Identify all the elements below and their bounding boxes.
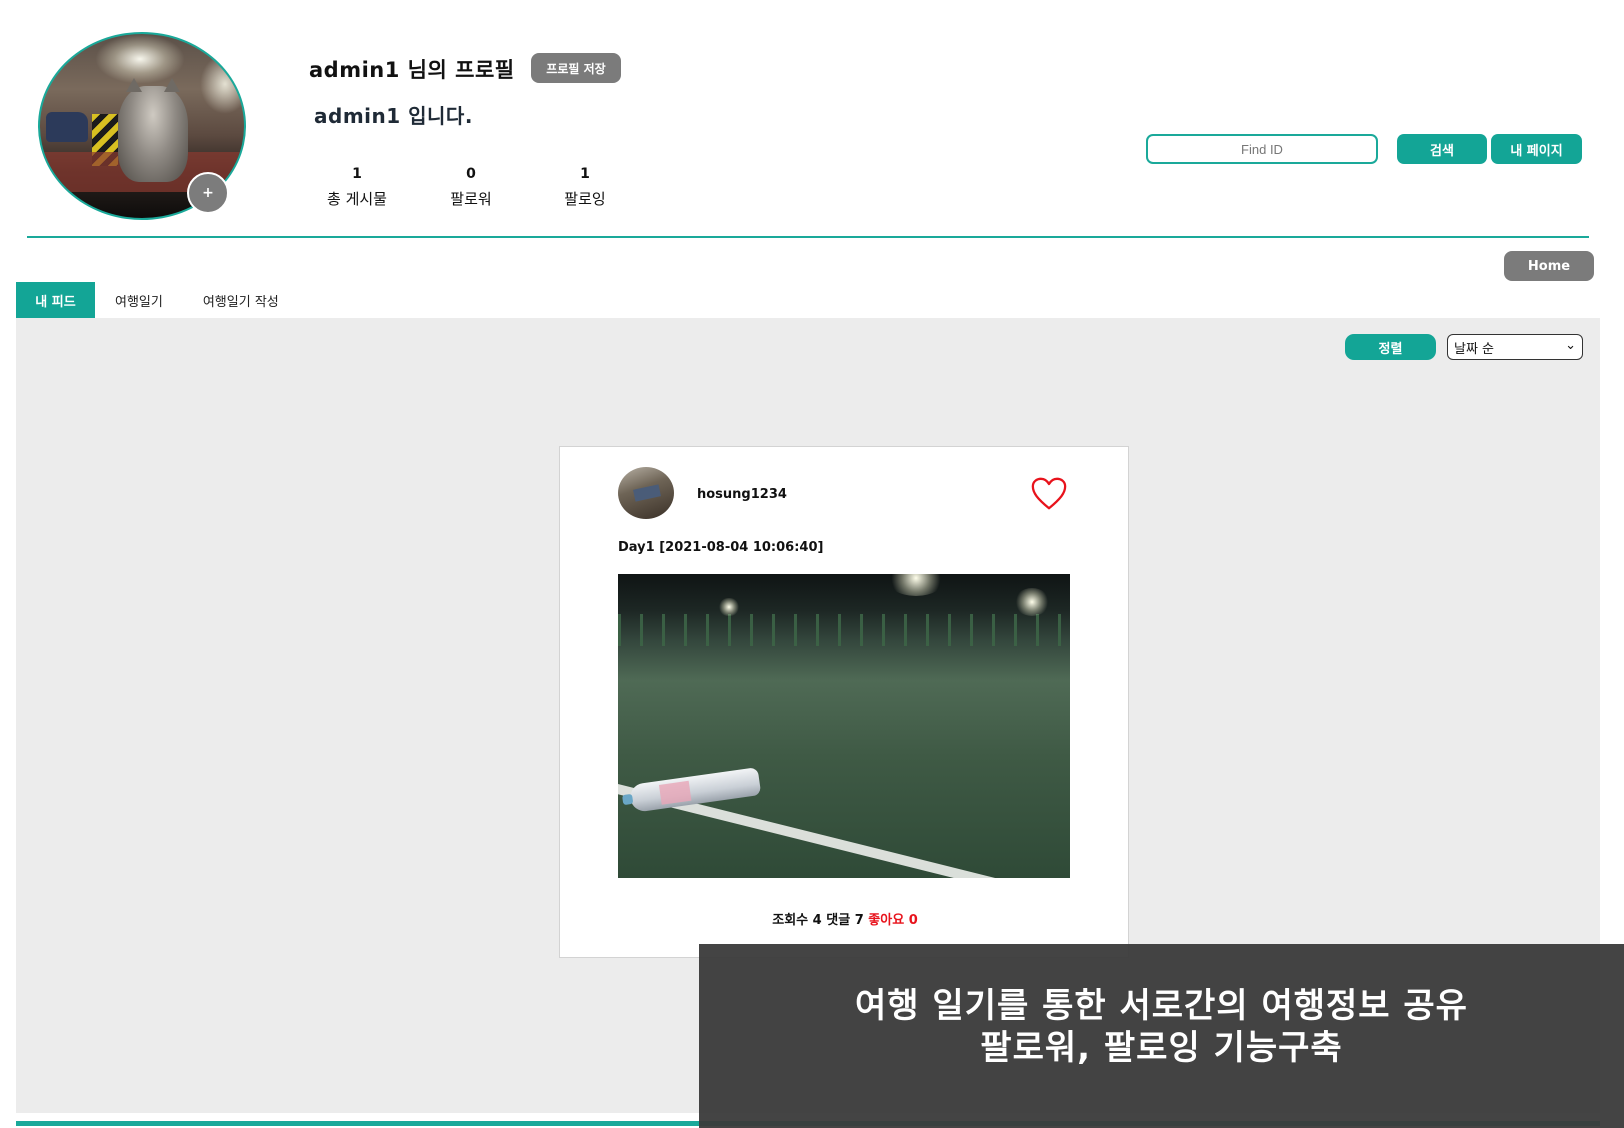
caption-banner: 여행 일기를 통한 서로간의 여행정보 공유 팔로워, 팔로잉 기능구축 [699,944,1624,1128]
views-count: 4 [812,913,822,928]
comments-count: 7 [854,913,864,928]
avatar-photo-car [46,112,88,142]
stat-following[interactable]: 1 팔로잉 [528,166,642,209]
sort-button[interactable]: 정렬 [1345,334,1436,360]
post-card[interactable]: hosung1234 Day1 [2021-08-04 10:06:40] 조회… [559,446,1129,958]
profile-username: admin1 [309,58,400,82]
search-button[interactable]: 검색 [1397,134,1487,164]
tab-my-feed[interactable]: 내 피드 [16,282,95,318]
sort-selected-value: 날짜 순 [1454,341,1495,357]
stat-posts[interactable]: 1 총 게시물 [300,166,414,209]
photo-floodlight [1014,588,1050,616]
comments-label[interactable]: 댓글 [826,913,850,928]
stat-followers-count: 0 [466,166,476,182]
feed-tabs: 내 피드 여행일기 여행일기 작성 [16,282,299,318]
profile-page: + admin1 님의 프로필 프로필 저장 admin1 입니다. 1 총 게… [0,0,1624,1128]
profile-intro: admin1 입니다. [314,104,473,128]
find-id-input[interactable] [1146,134,1378,164]
post-photo[interactable] [618,574,1070,878]
profile-title: admin1 님의 프로필 [309,54,515,84]
my-page-button[interactable]: 내 페이지 [1491,134,1582,164]
home-button[interactable]: Home [1504,251,1594,281]
profile-title-suffix: 님의 프로필 [407,58,515,82]
post-title[interactable]: Day1 [2021-08-04 10:06:40] [618,540,823,555]
header-divider [27,236,1589,238]
views-label: 조회수 [772,913,809,928]
avatar-photo-light [95,34,185,84]
profile-avatar-wrap: + [38,32,248,220]
avatar-photo-cat [118,78,188,182]
stat-followers-label: 팔로워 [450,190,492,208]
stat-following-label: 팔로잉 [564,190,606,208]
caption-line-1: 여행 일기를 통한 서로간의 여행정보 공유 [855,986,1468,1026]
chevron-down-icon: ⌄ [1565,338,1576,353]
heart-icon[interactable] [1030,475,1068,513]
avatar-upload-button[interactable]: + [187,172,229,214]
likes-label: 좋아요 [868,913,905,928]
author-avatar[interactable] [618,467,674,519]
post-author[interactable]: hosung1234 [697,487,787,502]
photo-floodlight [718,598,740,616]
photo-fence [618,614,1070,646]
likes-count: 0 [908,913,918,928]
stat-followers[interactable]: 0 팔로워 [414,166,528,209]
tab-write-travel-diary[interactable]: 여행일기 작성 [183,282,299,318]
avatar-photo-light [200,54,244,114]
profile-stats: 1 총 게시물 0 팔로워 1 팔로잉 [300,166,642,209]
stat-following-count: 1 [580,166,590,182]
tab-travel-diary[interactable]: 여행일기 [95,282,183,318]
stat-posts-label: 총 게시물 [327,190,387,208]
post-meta: 조회수 4 댓글 7 좋아요 0 [560,909,1130,928]
save-profile-button[interactable]: 프로필 저장 [531,53,621,83]
stat-posts-count: 1 [352,166,362,182]
caption-line-2: 팔로워, 팔로잉 기능구축 [980,1028,1343,1068]
photo-floodlight [886,574,946,596]
sort-select[interactable]: 날짜 순 ⌄ [1447,334,1583,360]
